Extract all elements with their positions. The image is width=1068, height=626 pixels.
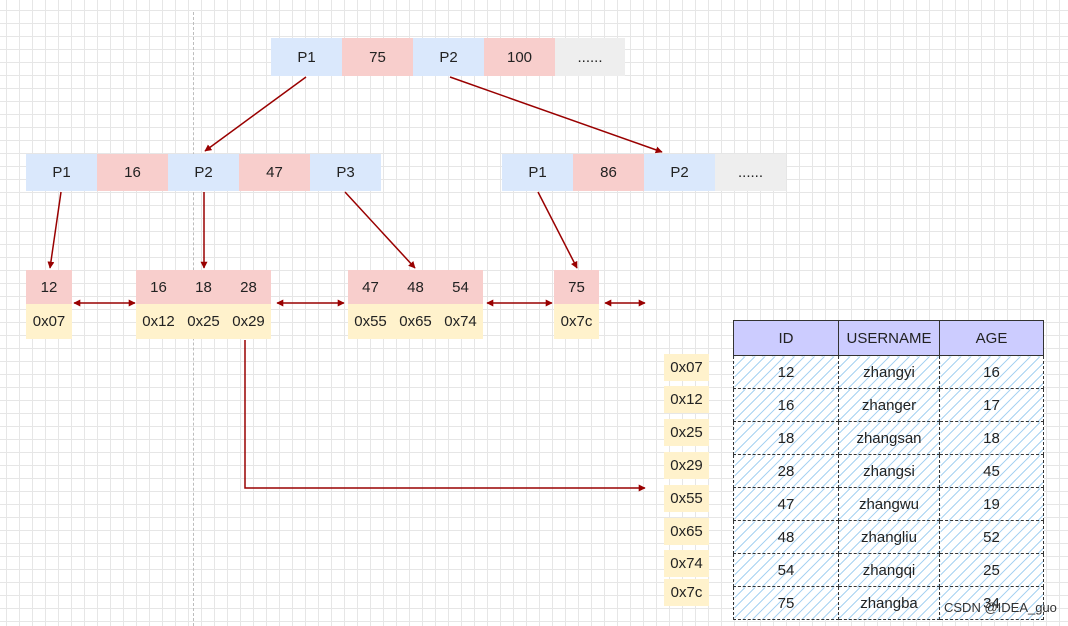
row-address: 0x07 — [664, 354, 709, 381]
leaf-address: 0x25 — [181, 304, 226, 339]
row-address: 0x74 — [664, 550, 709, 577]
leaf-address: 0x74 — [438, 304, 483, 339]
leaf-key: 12 — [26, 270, 72, 304]
cell-id: 18 — [733, 421, 839, 455]
column-header-id: ID — [733, 320, 839, 356]
cell-age: 16 — [939, 355, 1044, 389]
cell-age: 18 — [939, 421, 1044, 455]
arrow-left-p3-to-leaf-3 — [344, 191, 416, 269]
row-address: 0x55 — [664, 485, 709, 512]
column-header-age: AGE — [939, 320, 1044, 356]
row-address: 0x7c — [664, 579, 709, 606]
cell-username: zhangsan — [838, 421, 940, 455]
left-pointer-p2: P2 — [168, 154, 239, 191]
cell-username: zhangqi — [838, 553, 940, 587]
row-address: 0x29 — [664, 452, 709, 479]
arrow-right-p1-to-leaf-4 — [537, 191, 578, 269]
table-row: 47 zhangwu 19 — [733, 487, 1044, 521]
leaf-address: 0x55 — [348, 304, 393, 339]
leaf-key: 48 — [393, 270, 438, 304]
arrow-root-p1-to-left-node — [204, 76, 307, 152]
table-row: 18 zhangsan 18 — [733, 421, 1044, 455]
table-row: 16 zhanger 17 — [733, 388, 1044, 422]
row-address: 0x25 — [664, 419, 709, 446]
left-key-16: 16 — [97, 154, 168, 191]
table-row: 28 zhangsi 45 — [733, 454, 1044, 488]
leaf-address: 0x07 — [26, 304, 72, 339]
row-address: 0x65 — [664, 518, 709, 545]
column-header-username: USERNAME — [838, 320, 940, 356]
cell-id: 47 — [733, 487, 839, 521]
leaf-key: 47 — [348, 270, 393, 304]
row-address: 0x12 — [664, 386, 709, 413]
cell-id: 75 — [733, 586, 839, 620]
cell-age: 17 — [939, 388, 1044, 422]
root-pointer-p2: P2 — [413, 38, 484, 76]
cell-age: 25 — [939, 553, 1044, 587]
left-pointer-p3: P3 — [310, 154, 381, 191]
arrow-leaf-to-table — [244, 340, 646, 492]
right-key-86: 86 — [573, 154, 644, 191]
leaf-key: 75 — [554, 270, 599, 304]
left-key-47: 47 — [239, 154, 310, 191]
cell-username: zhangyi — [838, 355, 940, 389]
user-table: ID USERNAME AGE 12 zhangyi 16 16 zhanger… — [733, 320, 1044, 620]
leaf-address: 0x29 — [226, 304, 271, 339]
cell-username: zhangliu — [838, 520, 940, 554]
leaf-key: 28 — [226, 270, 271, 304]
leaf-key: 16 — [136, 270, 181, 304]
right-pointer-p2: P2 — [644, 154, 715, 191]
arrow-root-p2-to-right-node — [449, 76, 663, 154]
root-key-100: 100 — [484, 38, 555, 76]
table-row: 48 zhangliu 52 — [733, 520, 1044, 554]
leaf-address: 0x12 — [136, 304, 181, 339]
cell-id: 16 — [733, 388, 839, 422]
cell-username: zhangba — [838, 586, 940, 620]
table-header-row: ID USERNAME AGE — [733, 320, 1044, 356]
cell-id: 54 — [733, 553, 839, 587]
right-pointer-p1: P1 — [502, 154, 573, 191]
cell-id: 28 — [733, 454, 839, 488]
root-more: ...... — [555, 38, 625, 76]
leaf-address: 0x7c — [554, 304, 599, 339]
cell-username: zhanger — [838, 388, 940, 422]
leaf-address: 0x65 — [393, 304, 438, 339]
left-pointer-p1: P1 — [26, 154, 97, 191]
root-key-75: 75 — [342, 38, 413, 76]
watermark: CSDN @IDEA_guo — [944, 600, 1057, 615]
table-row: 54 zhangqi 25 — [733, 553, 1044, 587]
cell-id: 12 — [733, 355, 839, 389]
leaf-key: 54 — [438, 270, 483, 304]
cell-id: 48 — [733, 520, 839, 554]
cell-age: 19 — [939, 487, 1044, 521]
table-row: 12 zhangyi 16 — [733, 355, 1044, 389]
cell-age: 45 — [939, 454, 1044, 488]
root-pointer-p1: P1 — [271, 38, 342, 76]
cell-username: zhangsi — [838, 454, 940, 488]
leaf-key: 18 — [181, 270, 226, 304]
right-more: ...... — [715, 154, 786, 191]
cell-username: zhangwu — [838, 487, 940, 521]
arrow-left-p1-to-leaf-1 — [47, 191, 62, 269]
cell-age: 52 — [939, 520, 1044, 554]
